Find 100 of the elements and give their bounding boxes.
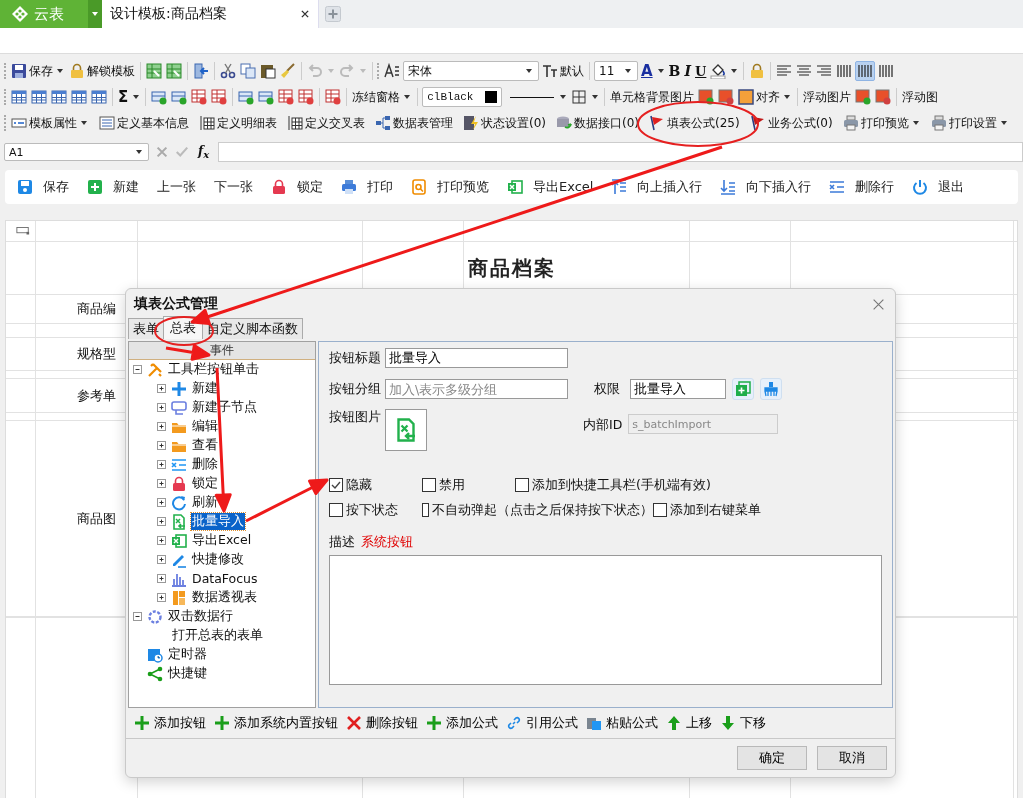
clipboard-icon[interactable] (259, 62, 277, 80)
close-icon[interactable] (300, 9, 310, 19)
underline-button[interactable]: U (694, 63, 708, 79)
picture-frame-icon[interactable] (697, 88, 716, 106)
toolbar-button[interactable]: 业务公式(0) (748, 114, 834, 132)
action-button[interactable]: 向上插入行 (605, 178, 713, 196)
bold-button[interactable]: B (667, 63, 682, 79)
expand-icon[interactable] (157, 517, 166, 526)
default-size-button[interactable]: 默认 (541, 62, 585, 80)
table-icon[interactable] (70, 88, 88, 106)
action-button[interactable]: 退出 (906, 178, 975, 196)
table-add-icon[interactable] (170, 88, 189, 106)
toolbar-button[interactable]: 定义明细表 (198, 114, 278, 132)
expand-icon[interactable] (157, 536, 166, 545)
toolbar-button[interactable]: 引用公式 (506, 714, 578, 732)
tree-item[interactable]: 查看 (191, 437, 219, 454)
action-button[interactable]: 新建 (81, 178, 149, 196)
checkbox[interactable]: 不自动弹起（点击之后保持按下状态） (422, 501, 653, 519)
toolbar-button[interactable]: 数据接口(0) (555, 114, 640, 132)
toolbar-button[interactable]: 下移 (720, 714, 766, 732)
table-icon[interactable] (50, 88, 68, 106)
picture-frame-icon[interactable] (854, 88, 873, 106)
sum-button[interactable]: Σ (117, 88, 130, 106)
tree-item[interactable]: 刷新 (191, 494, 219, 511)
font-size-icon[interactable] (383, 62, 401, 80)
expand-icon[interactable] (157, 479, 166, 488)
picture-remove-icon[interactable] (874, 88, 893, 106)
collapse-icon[interactable] (133, 365, 142, 374)
group-input[interactable]: 加入\表示多级分组 (385, 379, 568, 399)
tree-item[interactable]: 快捷键 (167, 665, 208, 682)
toolbar-button[interactable]: 删除按钮 (346, 714, 418, 732)
action-button[interactable]: 向下插入行 (714, 178, 822, 196)
toolbar-button[interactable]: 打印设置 (929, 114, 1010, 132)
vertical-lines-icon[interactable] (855, 61, 876, 81)
picture-remove-icon[interactable] (717, 88, 736, 106)
expand-icon[interactable] (157, 593, 166, 602)
tree-item[interactable]: 编辑 (191, 418, 219, 435)
brand-dropdown[interactable] (88, 0, 102, 28)
function-button[interactable]: f$_{x}$ (195, 143, 213, 161)
expand-icon[interactable] (157, 460, 166, 469)
permission-input[interactable]: 批量导入 (630, 379, 726, 399)
action-button[interactable]: 保存 (11, 178, 79, 196)
expand-icon[interactable] (157, 441, 166, 450)
table-icon[interactable] (30, 88, 48, 106)
table-add-icon[interactable] (257, 88, 276, 106)
add-tab-icon[interactable] (325, 6, 341, 22)
table-delete-icon[interactable] (297, 88, 316, 106)
table-icon[interactable] (10, 88, 28, 106)
tree-item[interactable]: 数据透视表 (191, 589, 258, 606)
table-delete-icon[interactable] (324, 88, 343, 106)
expand-icon[interactable] (157, 555, 166, 564)
clear-button[interactable] (760, 378, 782, 400)
action-button[interactable]: 下一张 (208, 178, 263, 196)
sheet-icon[interactable] (145, 62, 163, 80)
toolbar-button[interactable]: 上移 (666, 714, 712, 732)
font-color-button[interactable]: A (640, 62, 654, 80)
save-button[interactable]: 保存 (10, 62, 66, 80)
cell-background-image-button[interactable]: 单元格背景图片 (609, 88, 696, 106)
floating-image-button[interactable]: 浮动图片 (802, 88, 853, 106)
font-size-select[interactable]: 11 (594, 61, 638, 81)
table-add-icon[interactable] (150, 88, 169, 106)
tree-item[interactable]: 删除 (191, 456, 219, 473)
action-button[interactable]: 打印预览 (405, 178, 499, 196)
scissors-icon[interactable] (219, 62, 237, 80)
expand-icon[interactable] (157, 422, 166, 431)
toolbar-button[interactable]: 添加系统内置按钮 (214, 714, 338, 732)
expand-icon[interactable] (157, 574, 166, 583)
button-image-picker[interactable] (385, 409, 427, 451)
table-icon[interactable] (90, 88, 108, 106)
cell-reference-select[interactable]: A1 (4, 143, 149, 161)
action-button[interactable]: 锁定 (265, 178, 333, 196)
action-button[interactable]: 删除行 (823, 178, 905, 196)
checkbox[interactable]: 添加到右键菜单 (653, 501, 761, 519)
unlock-button[interactable]: 解锁模板 (68, 62, 136, 80)
freeze-panes-button[interactable]: 冻结窗格 (351, 88, 414, 106)
checkbox[interactable]: 禁用 (422, 476, 515, 494)
toolbar-button[interactable]: 定义交叉表 (286, 114, 366, 132)
fill-color-icon[interactable] (709, 62, 728, 80)
title-input[interactable]: 批量导入 (385, 348, 568, 368)
table-add-icon[interactable] (237, 88, 256, 106)
toolbar-button[interactable]: 打印预览 (841, 114, 922, 132)
vertical-lines-icon[interactable] (877, 62, 896, 80)
toolbar-button[interactable]: 添加按钮 (134, 714, 206, 732)
toolbar-button[interactable]: 状态设置(0) (462, 114, 547, 132)
align-button[interactable]: 对齐 (737, 88, 794, 106)
table-delete-icon[interactable] (277, 88, 296, 106)
vertical-lines-icon[interactable] (835, 62, 854, 80)
action-button[interactable]: 打印 (335, 178, 403, 196)
checkbox[interactable]: 隐藏 (329, 476, 422, 494)
italic-button[interactable]: I (683, 63, 692, 79)
tree-item[interactable]: 锁定 (191, 475, 219, 492)
toolbar-button[interactable]: 模板属性 (10, 114, 90, 132)
checkbox[interactable]: 按下状态 (329, 501, 422, 519)
checkbox[interactable]: 添加到快捷工具栏(手机端有效) (515, 476, 711, 494)
add-permission-button[interactable] (732, 378, 754, 400)
tree-item[interactable]: 快捷修改 (191, 551, 245, 568)
tree-item[interactable]: 新建 (191, 380, 219, 397)
borders-icon[interactable] (570, 88, 589, 106)
collapse-icon[interactable] (133, 612, 142, 621)
toolbar-button[interactable]: 数据表管理 (374, 114, 454, 132)
